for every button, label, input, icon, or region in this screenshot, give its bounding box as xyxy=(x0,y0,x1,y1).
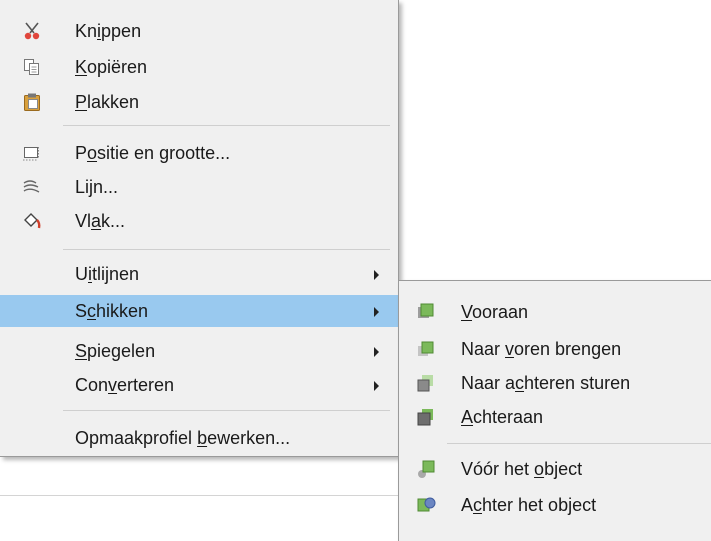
position-size-icon xyxy=(23,147,39,161)
behind-object-icon xyxy=(417,497,436,512)
submenu-item-in-front-of-object[interactable]: Vóór het object xyxy=(399,453,711,485)
menu-item-align[interactable]: Uitlijnen xyxy=(0,258,398,290)
submenu-item-send-backward[interactable]: Naar achteren sturen xyxy=(399,367,711,399)
submenu-item-send-to-back[interactable]: Achteraan xyxy=(399,401,711,433)
submenu-arrow-icon xyxy=(374,381,379,391)
menu-item-copy[interactable]: Kopiëren xyxy=(0,51,398,83)
menu-item-convert[interactable]: Converteren xyxy=(0,369,398,401)
menu-item-line[interactable]: Lijn... xyxy=(0,171,398,203)
background-divider xyxy=(0,495,400,496)
submenu-arrow-icon xyxy=(374,307,379,317)
arrange-submenu: Vooraan Naar voren brengen Naar achteren… xyxy=(398,280,711,541)
send-to-back-icon xyxy=(417,409,433,426)
line-icon xyxy=(23,180,40,193)
menu-separator xyxy=(63,410,390,411)
paste-icon xyxy=(24,93,40,111)
send-backward-icon xyxy=(417,375,433,392)
menu-separator xyxy=(63,125,390,126)
menu-separator xyxy=(63,249,390,250)
menu-item-edit-style[interactable]: Opmaakprofiel bewerken... xyxy=(0,422,398,454)
menu-item-position-size[interactable]: Positie en grootte... xyxy=(0,137,398,169)
submenu-separator xyxy=(447,443,711,444)
submenu-arrow-icon xyxy=(374,270,379,280)
menu-item-paste[interactable]: Plakken xyxy=(0,86,398,118)
scissors-icon xyxy=(24,22,40,40)
bring-forward-icon xyxy=(418,341,434,356)
menu-item-flip[interactable]: Spiegelen xyxy=(0,335,398,367)
copy-icon xyxy=(24,59,39,75)
submenu-item-behind-object[interactable]: Achter het object xyxy=(399,489,711,521)
in-front-of-object-icon xyxy=(418,460,435,478)
context-menu: Knippen Kopiëren Plakken Positie en groo… xyxy=(0,0,399,457)
submenu-item-bring-forward[interactable]: Naar voren brengen xyxy=(399,333,711,365)
submenu-item-bring-to-front[interactable]: Vooraan xyxy=(399,296,711,328)
fill-bucket-icon xyxy=(24,213,41,229)
menu-item-area[interactable]: Vlak... xyxy=(0,205,398,237)
menu-item-arrange[interactable]: Schikken xyxy=(0,295,398,327)
bring-to-front-icon xyxy=(418,303,434,318)
submenu-arrow-icon xyxy=(374,347,379,357)
menu-item-cut[interactable]: Knippen xyxy=(0,15,398,47)
